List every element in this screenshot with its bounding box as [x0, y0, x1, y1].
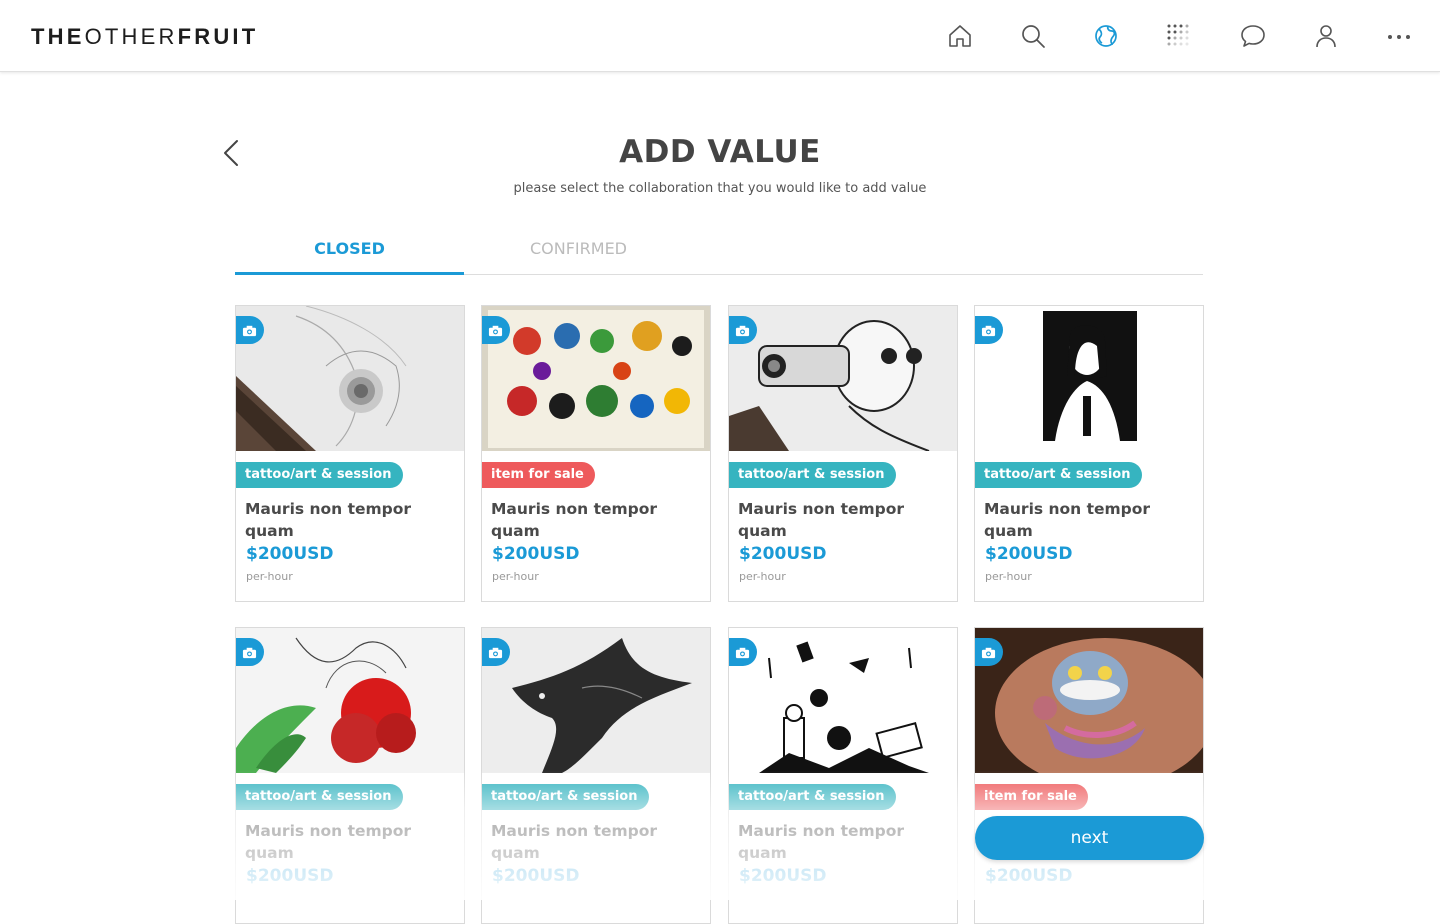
globe-icon[interactable]	[1092, 22, 1120, 50]
card-price: $200USD	[739, 866, 827, 886]
cheshire-cat-image	[975, 628, 1203, 773]
page-title: ADD VALUE	[619, 134, 821, 170]
chevron-left-icon[interactable]	[218, 138, 248, 168]
card-unit: per-hour	[246, 570, 293, 583]
card-price: $200USD	[492, 866, 580, 886]
skeletons-image	[729, 628, 957, 773]
category-tag: tattoo/art & session	[729, 462, 896, 488]
dot-grid-icon[interactable]	[1165, 22, 1193, 50]
home-icon[interactable]	[946, 22, 974, 50]
category-tag: item for sale	[482, 462, 595, 488]
category-tag: tattoo/art & session	[729, 784, 896, 810]
portrait-image	[975, 306, 1203, 451]
user-icon[interactable]	[1312, 22, 1340, 50]
card-price: $200USD	[246, 544, 334, 564]
card-title: Mauris non tempor quam	[245, 500, 412, 540]
collaboration-card[interactable]: tattoo/art & session Mauris non tempor q…	[728, 627, 958, 924]
card-unit: per-hour	[985, 570, 1032, 583]
bottom-fade-overlay	[0, 770, 1440, 900]
card-price: $200USD	[246, 866, 334, 886]
camera-icon	[729, 316, 757, 344]
tab-confirmed[interactable]: CONFIRMED	[464, 230, 693, 275]
card-title: Mauris non tempor quam	[245, 822, 412, 862]
collaboration-card[interactable]: tattoo/art & session Mauris non tempor q…	[728, 305, 958, 602]
chat-bubble-icon[interactable]	[1239, 22, 1267, 50]
tab-bar: CLOSED CONFIRMED	[235, 230, 1203, 275]
collaboration-card[interactable]: tattoo/art & session Mauris non tempor q…	[235, 627, 465, 924]
card-title: Mauris non tempor quam	[491, 500, 658, 540]
collaboration-card[interactable]: tattoo/art & session Mauris non tempor q…	[974, 305, 1204, 602]
card-price: $200USD	[985, 544, 1073, 564]
card-unit: per-hour	[492, 570, 539, 583]
page-subtitle: please select the collaboration that you…	[513, 181, 927, 196]
card-title: Mauris non tempor quam	[738, 822, 905, 862]
tattoo-image	[236, 306, 464, 451]
search-icon[interactable]	[1019, 22, 1047, 50]
rose-image	[236, 628, 464, 773]
camera-icon	[975, 638, 1003, 666]
camera-icon	[482, 638, 510, 666]
collaboration-card[interactable]: item for sale $200USD	[974, 627, 1204, 924]
category-tag: tattoo/art & session	[482, 784, 649, 810]
card-price: $200USD	[739, 544, 827, 564]
card-title: Mauris non tempor quam	[984, 500, 1151, 540]
flash-sheet-image	[482, 306, 710, 451]
tab-closed[interactable]: CLOSED	[235, 230, 464, 275]
card-title: Mauris non tempor quam	[738, 500, 905, 540]
collaboration-card[interactable]: tattoo/art & session Mauris non tempor q…	[235, 305, 465, 602]
card-unit: per-hour	[739, 570, 786, 583]
skull-gun-image	[729, 306, 957, 451]
camera-icon	[975, 316, 1003, 344]
logo[interactable]: THEOTHERFRUIT	[31, 24, 258, 50]
top-nav-bar: THEOTHERFRUIT	[0, 0, 1440, 72]
category-tag: tattoo/art & session	[236, 784, 403, 810]
bird-image	[482, 628, 710, 773]
camera-icon	[482, 316, 510, 344]
camera-icon	[729, 638, 757, 666]
category-tag: tattoo/art & session	[975, 462, 1142, 488]
card-price: $200USD	[985, 866, 1073, 886]
next-button[interactable]: next	[975, 816, 1204, 860]
camera-icon	[236, 316, 264, 344]
category-tag: tattoo/art & session	[236, 462, 403, 488]
category-tag: item for sale	[975, 784, 1088, 810]
camera-icon	[236, 638, 264, 666]
collaboration-card[interactable]: tattoo/art & session Mauris non tempor q…	[481, 627, 711, 924]
collaboration-card[interactable]: item for sale Mauris non tempor quam $20…	[481, 305, 711, 602]
more-icon[interactable]	[1385, 22, 1413, 50]
card-price: $200USD	[492, 544, 580, 564]
card-title: Mauris non tempor quam	[491, 822, 658, 862]
